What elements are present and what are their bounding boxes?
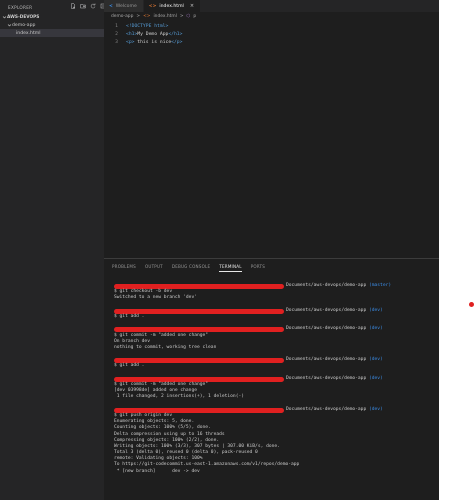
path-text: Documents/aws-devops/demo-app xyxy=(286,283,369,288)
path-text: Documents/aws-devops/demo-app xyxy=(286,357,369,363)
breadcrumb-sep: > xyxy=(136,14,141,19)
line-number: 3 xyxy=(115,39,118,45)
path-text: Documents/aws-devops/demo-app xyxy=(286,326,369,332)
code-editor[interactable]: 1 <!DOCTYPE html> 2 <h1>My Demo App</h1> 3 <p… xyxy=(104,22,439,46)
line-number: 2 xyxy=(115,31,118,37)
explorer-title: EXPLORER xyxy=(8,5,33,10)
code-line[interactable]: 3 <p> this is nice</p> xyxy=(104,38,439,46)
close-icon[interactable]: × xyxy=(190,3,194,9)
tab-index-html[interactable]: <> index.html × xyxy=(143,0,202,12)
git-branch: (dev) xyxy=(368,406,383,412)
vscode-icon: ≺ xyxy=(109,3,113,9)
tab-label: Welcome xyxy=(115,3,137,9)
breadcrumb-file[interactable]: index.html xyxy=(153,14,176,19)
bottom-panel: PROBLEMS OUTPUT DEBUG CONSOLE TERMINAL P… xyxy=(104,258,439,500)
line-number: 1 xyxy=(115,23,118,29)
text-content: this is nice xyxy=(134,39,172,45)
panel-tabs: PROBLEMS OUTPUT DEBUG CONSOLE TERMINAL P… xyxy=(112,264,265,272)
editor-area: ≺ Welcome <> index.html × demo-app > <> … xyxy=(104,0,439,500)
breadcrumb: demo-app > <> index.html > ⬡ p xyxy=(111,14,196,19)
annotation-dot xyxy=(469,302,474,307)
code-line[interactable]: 1 <!DOCTYPE html> xyxy=(104,22,439,30)
symbol-icon: ⬡ xyxy=(186,14,191,19)
editor-tabs: ≺ Welcome <> index.html × xyxy=(104,0,439,12)
outer-margin xyxy=(439,0,474,500)
git-branch: (master) xyxy=(368,283,392,288)
tab-ports[interactable]: PORTS xyxy=(251,264,265,272)
breadcrumb-sep: > xyxy=(179,14,184,19)
workspace-label: AWS-DEVOPS xyxy=(7,14,40,20)
git-branch: (dev) xyxy=(368,326,383,332)
tab-problems[interactable]: PROBLEMS xyxy=(112,264,136,272)
tab-welcome[interactable]: ≺ Welcome xyxy=(104,0,144,12)
path-text: Documents/aws-devops/demo-app xyxy=(286,307,369,313)
html-icon: <> xyxy=(143,14,151,19)
code-line[interactable]: 2 <h1>My Demo App</h1> xyxy=(104,30,439,38)
html-tag: <!DOCTYPE html> xyxy=(126,23,169,29)
folder-demo-app[interactable]: demo-app xyxy=(0,21,104,29)
html-tag: </p> xyxy=(171,39,183,45)
path-text: Documents/aws-devops/demo-app xyxy=(286,375,369,381)
explorer-sidebar: EXPLORER AWS-DEVOPS demo-app index.html xyxy=(0,0,106,500)
html-tag: </h1> xyxy=(168,31,183,37)
breadcrumb-folder[interactable]: demo-app xyxy=(111,14,133,19)
tab-debug-console[interactable]: DEBUG CONSOLE xyxy=(172,264,210,272)
line-text: <p> this is nice</p> xyxy=(122,40,182,45)
terminal-output-line: * [new branch] dev -> dev xyxy=(114,468,200,474)
folder-label: demo-app xyxy=(12,22,36,28)
new-folder-icon[interactable] xyxy=(80,3,86,9)
git-branch: (dev) xyxy=(368,307,383,313)
line-text: <!DOCTYPE html> xyxy=(122,24,168,29)
html-tag: <h1> xyxy=(126,31,138,37)
tab-output[interactable]: OUTPUT xyxy=(145,264,163,272)
path-text: Documents/aws-devops/demo-app xyxy=(286,406,369,412)
file-index-html[interactable]: index.html xyxy=(0,29,104,37)
breadcrumb-symbol[interactable]: p xyxy=(193,14,196,19)
explorer-actions xyxy=(70,3,106,9)
text-content: My Demo App xyxy=(137,31,169,37)
git-branch: (dev) xyxy=(368,357,383,363)
tab-label: index.html xyxy=(159,3,184,9)
new-file-icon[interactable] xyxy=(70,3,76,9)
refresh-icon[interactable] xyxy=(90,3,96,9)
line-text: <h1>My Demo App</h1> xyxy=(122,32,182,37)
terminal-output[interactable]: Documents/aws-devops/demo-app (master) $ … xyxy=(114,283,434,475)
workspace-root[interactable]: AWS-DEVOPS xyxy=(0,13,104,21)
git-branch: (dev) xyxy=(368,375,383,381)
html-icon: <> xyxy=(148,3,157,9)
tab-terminal[interactable]: TERMINAL xyxy=(219,264,242,272)
file-label: index.html xyxy=(16,30,41,36)
